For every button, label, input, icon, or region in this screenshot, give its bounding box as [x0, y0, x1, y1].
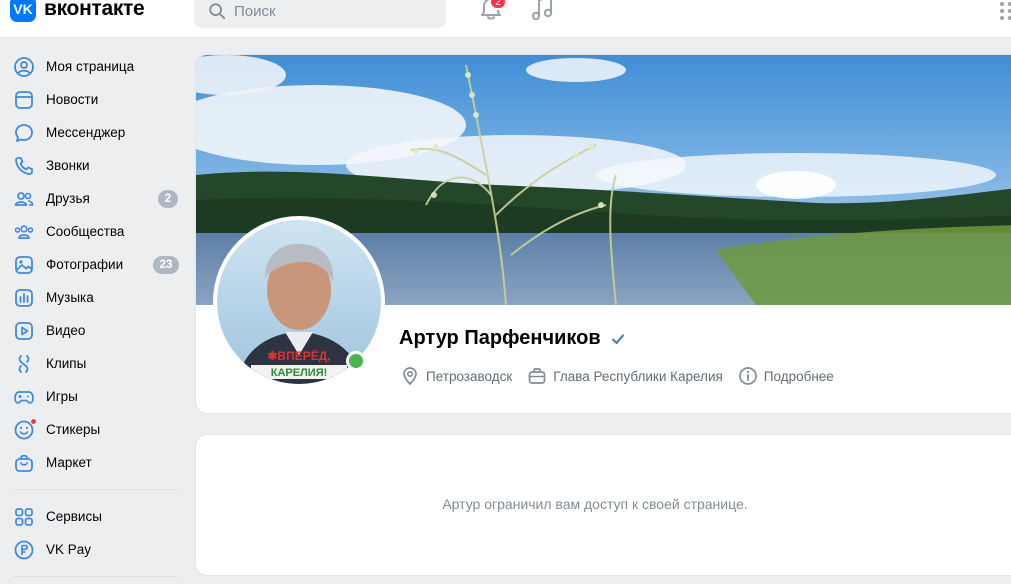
logo-text: вконтакте	[44, 0, 145, 20]
sidebar-item-games[interactable]: Игры	[0, 380, 190, 413]
sidebar-item-label: Маркет	[46, 455, 92, 470]
sidebar-item-messenger[interactable]: Мессенджер	[0, 116, 190, 149]
sidebar-item-video[interactable]: Видео	[0, 314, 190, 347]
sidebar-item-label: Мессенджер	[46, 125, 126, 140]
location-pin-icon	[403, 367, 417, 386]
sidebar-item-communities[interactable]: Сообщества	[0, 215, 190, 248]
sidebar-item-photos[interactable]: Фотографии 23	[0, 248, 190, 281]
sidebar-item-label: Игры	[46, 389, 78, 404]
market-icon	[13, 452, 35, 474]
sidebar-item-label: Фотографии	[46, 257, 124, 272]
vk-logo[interactable]: VK вконтакте	[10, 0, 145, 22]
sidebar-item-label: Звонки	[46, 158, 90, 173]
sidebar-item-label: Клипы	[46, 356, 87, 371]
search-icon	[209, 3, 226, 20]
sidebar-divider	[13, 489, 177, 490]
top-header: VK вконтакте 2	[0, 0, 1011, 38]
profile-city-text: Петрозаводск	[426, 368, 513, 384]
sidebar-item-label: Друзья	[46, 191, 90, 206]
sidebar-item-music[interactable]: Музыка	[0, 281, 190, 314]
profile-city[interactable]: Петрозаводск	[400, 366, 512, 386]
apps-icon[interactable]	[998, 0, 1011, 22]
profile-name-row: Артур Парфенчиков	[399, 327, 625, 350]
profile-more-text: Подробнее	[763, 368, 834, 384]
sidebar-item-news[interactable]: Новости	[0, 83, 190, 116]
sidebar-item-label: Видео	[46, 323, 86, 338]
profile-name: Артур Парфенчиков	[399, 327, 601, 349]
sidebar-item-clips[interactable]: Клипы	[0, 347, 190, 380]
sidebar-item-label: Музыка	[46, 290, 94, 305]
online-status-indicator	[346, 351, 366, 371]
sidebar-item-vk-pay[interactable]: VK Pay	[0, 533, 190, 566]
profile-job-text: Глава Республики Карелия	[553, 368, 723, 384]
verified-check-icon[interactable]	[611, 332, 625, 346]
profile-job[interactable]: Глава Республики Карелия	[527, 366, 723, 386]
private-profile-message: Артур ограничил вам доступ к своей стран…	[442, 496, 748, 512]
search-input[interactable]	[234, 2, 434, 20]
sidebar-item-market[interactable]: Маркет	[0, 446, 190, 479]
stickers-new-dot	[30, 417, 37, 425]
music-bars-icon	[13, 287, 35, 309]
photo-icon	[13, 254, 35, 276]
sidebar-item-label: Новости	[46, 92, 99, 107]
sidebar-item-my-page[interactable]: Моя страница	[0, 50, 190, 83]
sidebar-divider	[13, 576, 177, 577]
friends-count-badge: 2	[158, 190, 178, 208]
avatar-banner-line1: ✱ВПЕРЁД,	[267, 348, 330, 363]
sidebar-item-label: VK Pay	[46, 542, 92, 557]
sticker-icon	[13, 417, 37, 441]
communities-icon	[13, 221, 35, 243]
profile-info-row: Петрозаводск Глава Республики Карелия По…	[400, 366, 849, 386]
video-icon	[13, 320, 35, 342]
user-circle-icon	[13, 56, 35, 78]
photos-count-badge: 23	[153, 256, 179, 274]
sidebar-item-calls[interactable]: Звонки	[0, 149, 190, 182]
friends-icon	[13, 188, 35, 210]
search-box[interactable]	[194, 0, 446, 28]
sidebar-item-label: Моя страница	[46, 59, 135, 74]
avatar-banner-line2: КАРЕЛИЯ!	[271, 367, 328, 379]
sidebar-item-friends[interactable]: Друзья 2	[0, 182, 190, 215]
gamepad-icon	[13, 386, 35, 408]
phone-icon	[13, 155, 35, 177]
notification-badge: 2	[489, 0, 507, 10]
profile-more-link[interactable]: Подробнее	[738, 366, 834, 386]
clips-icon	[13, 353, 35, 375]
vk-logo-icon: VK	[10, 0, 36, 22]
sidebar-item-label: Сообщества	[46, 224, 125, 239]
briefcase-icon	[528, 368, 546, 384]
sidebar-item-stickers[interactable]: Стикеры	[0, 413, 190, 446]
message-icon	[13, 122, 35, 144]
vkpay-icon	[13, 539, 35, 561]
info-icon	[738, 367, 757, 385]
news-icon	[13, 89, 35, 111]
sidebar-item-label: Стикеры	[46, 422, 101, 437]
music-icon[interactable]	[530, 0, 556, 22]
